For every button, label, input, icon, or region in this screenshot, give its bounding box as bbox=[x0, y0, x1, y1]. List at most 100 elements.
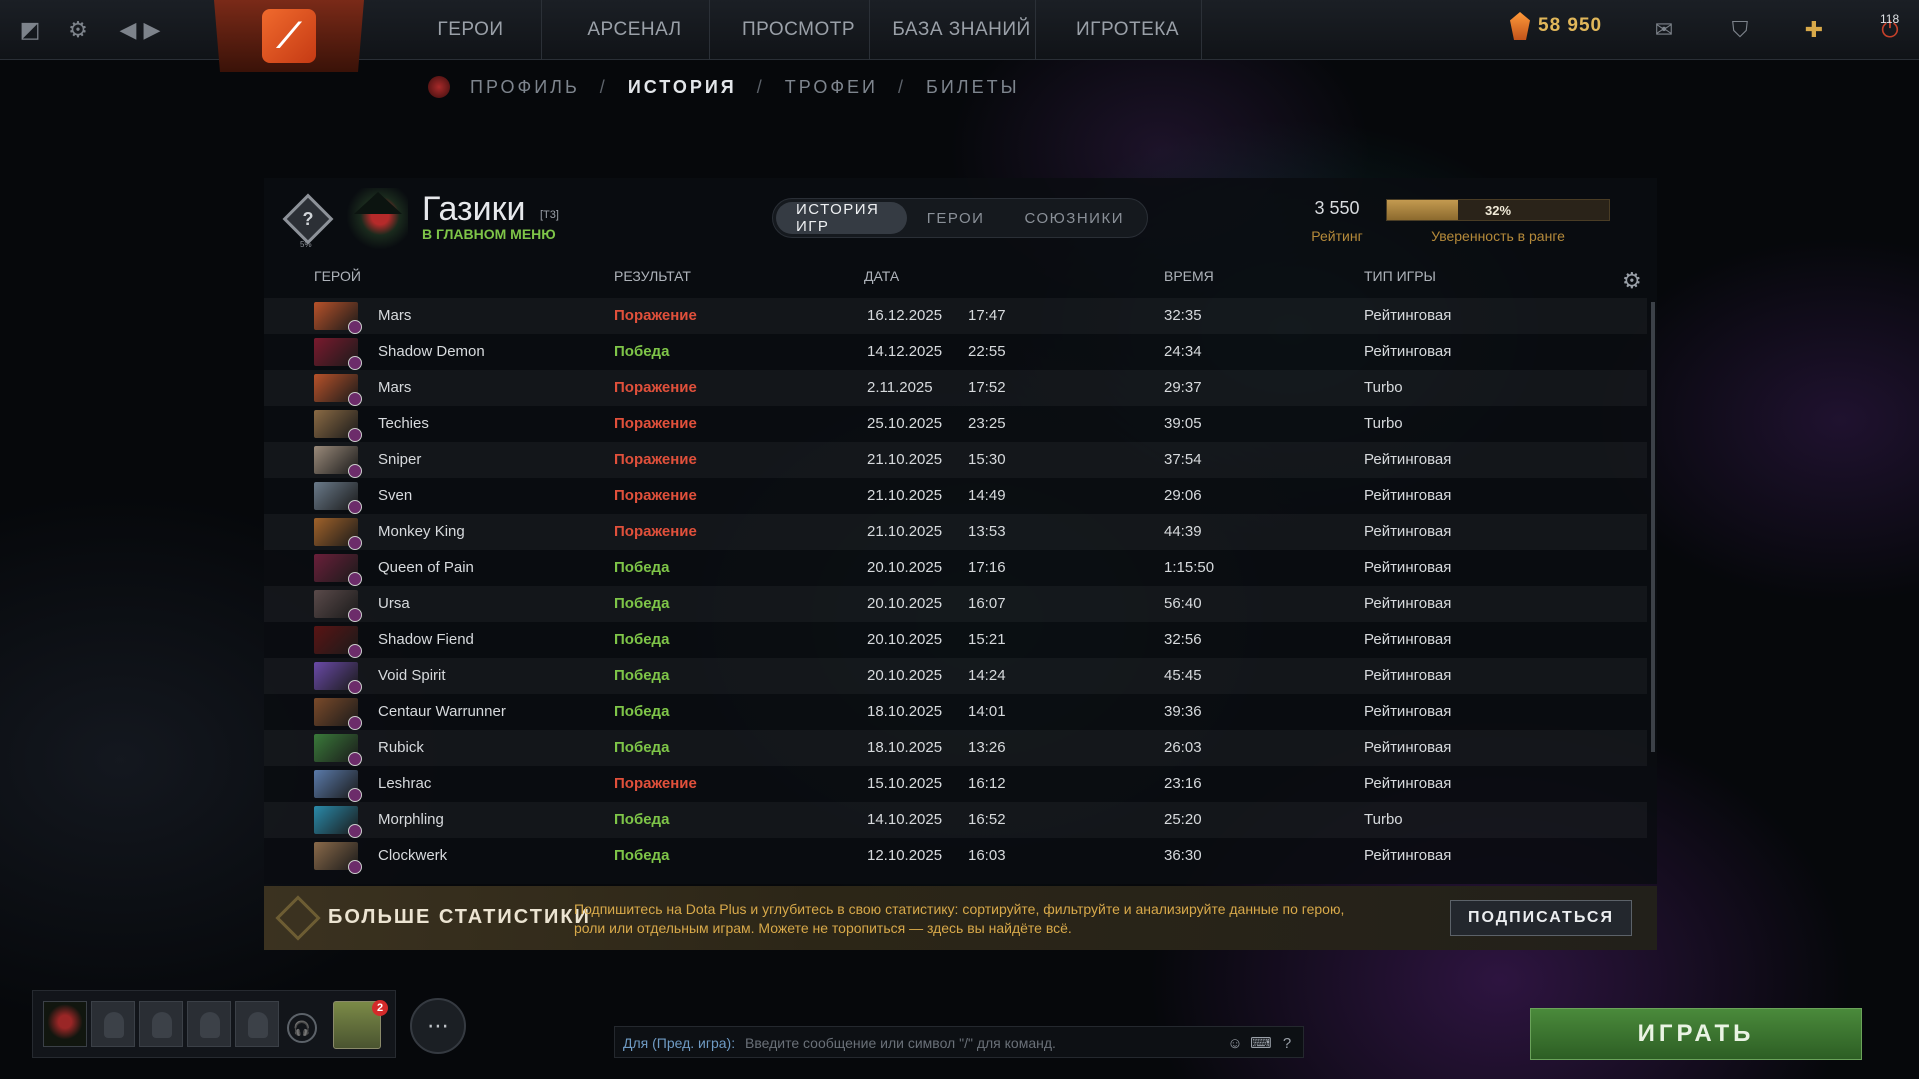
col-result[interactable]: РЕЗУЛЬТАТ bbox=[614, 268, 691, 284]
player-tag: [T3] bbox=[540, 209, 559, 221]
player-avatar[interactable] bbox=[346, 188, 408, 250]
play-dota-button[interactable]: ИГРАТЬ bbox=[1530, 1008, 1862, 1060]
dashboard-home-button[interactable]: ⟋ bbox=[214, 0, 364, 72]
match-clock: 16:07 bbox=[968, 595, 1006, 612]
match-date: 18.10.2025 bbox=[867, 739, 943, 756]
rank-medal-icon[interactable]: ? bbox=[282, 193, 334, 245]
hero-portrait bbox=[314, 698, 362, 730]
tab-heroes[interactable]: ГЕРОИ bbox=[907, 202, 1005, 234]
hero-portrait bbox=[314, 374, 362, 406]
hero-name: Sniper bbox=[378, 451, 422, 468]
emoji-icon[interactable]: ☺ bbox=[1223, 1031, 1247, 1055]
table-row[interactable]: Ursa Победа 20.10.2025 16:07 56:40 Рейтингова… bbox=[264, 586, 1647, 622]
mail-icon[interactable]: ✉ bbox=[1646, 12, 1682, 48]
table-row[interactable]: Sven Поражение 21.10.2025 14:49 29:06 Рейтинг… bbox=[264, 478, 1647, 514]
table-settings-gear-icon[interactable]: ⚙ bbox=[1622, 268, 1642, 294]
table-row[interactable]: Mars Поражение 2.11.2025 17:52 29:37 Turbo bbox=[264, 370, 1647, 406]
help-icon[interactable]: ? bbox=[1275, 1031, 1299, 1055]
party-slot-empty[interactable] bbox=[187, 1001, 231, 1047]
chat-target[interactable]: Для (Пред. игра): bbox=[623, 1035, 735, 1051]
hero-name: Void Spirit bbox=[378, 667, 446, 684]
match-date: 25.10.2025 bbox=[867, 415, 943, 432]
breadcrumb-tickets[interactable]: БИЛЕТЫ bbox=[926, 77, 1020, 98]
match-date: 15.10.2025 bbox=[867, 775, 943, 792]
nav-heroes[interactable]: ГЕРОИ bbox=[400, 0, 542, 60]
table-row[interactable]: Sniper Поражение 21.10.2025 15:30 37:54 Рейти… bbox=[264, 442, 1647, 478]
match-date: 20.10.2025 bbox=[867, 595, 943, 612]
settings-gear-icon[interactable]: ⚙ bbox=[62, 14, 94, 46]
table-row[interactable]: Void Spirit Победа 20.10.2025 14:24 45:45 Рей… bbox=[264, 658, 1647, 694]
match-duration: 32:35 bbox=[1164, 307, 1202, 324]
chat-input[interactable] bbox=[745, 1031, 1215, 1055]
table-row[interactable]: Monkey King Поражение 21.10.2025 13:53 44:39… bbox=[264, 514, 1647, 550]
table-row[interactable]: Queen of Pain Победа 20.10.2025 17:16 1:15:5… bbox=[264, 550, 1647, 586]
game-type: Рейтинговая bbox=[1364, 343, 1452, 360]
dota-menu-icon[interactable]: ◩ bbox=[14, 14, 46, 46]
breadcrumb-history[interactable]: ИСТОРИЯ bbox=[628, 77, 737, 98]
match-date: 2.11.2025 bbox=[867, 379, 933, 396]
subscribe-button[interactable]: ПОДПИСАТЬСЯ bbox=[1450, 900, 1632, 936]
hero-portrait bbox=[314, 770, 362, 802]
table-row[interactable]: Morphling Победа 14.10.2025 16:52 25:20 Turbo bbox=[264, 802, 1647, 838]
party-slot-empty[interactable] bbox=[139, 1001, 183, 1047]
role-icon bbox=[348, 788, 362, 802]
match-duration: 29:06 bbox=[1164, 487, 1202, 504]
match-clock: 15:30 bbox=[968, 451, 1006, 468]
social-grid-icon[interactable]: ⋯ bbox=[410, 998, 466, 1054]
chest-count-badge: 2 bbox=[372, 1000, 388, 1016]
col-game-type[interactable]: ТИП ИГРЫ bbox=[1364, 268, 1436, 284]
hero-portrait bbox=[314, 842, 362, 874]
match-clock: 16:12 bbox=[968, 775, 1006, 792]
hero-portrait bbox=[314, 734, 362, 766]
party-slot-self[interactable] bbox=[43, 1001, 87, 1047]
breadcrumb-profile[interactable]: ПРОФИЛЬ bbox=[470, 77, 580, 98]
match-clock: 17:16 bbox=[968, 559, 1006, 576]
game-type: Рейтинговая bbox=[1364, 775, 1452, 792]
rating-value: 3 550 bbox=[1314, 198, 1360, 218]
player-status: В ГЛАВНОМ МЕНЮ bbox=[422, 226, 556, 242]
match-list-scrollbar[interactable] bbox=[1651, 302, 1655, 752]
hero-name: Ursa bbox=[378, 595, 410, 612]
match-duration: 44:39 bbox=[1164, 523, 1202, 540]
table-row[interactable]: Rubick Победа 18.10.2025 13:26 26:03 Рейтинго… bbox=[264, 730, 1647, 766]
rating-label: Рейтинг bbox=[1311, 228, 1363, 244]
shard-icon bbox=[1510, 12, 1530, 40]
battle-pass-icon[interactable]: ⛉ bbox=[1722, 12, 1758, 48]
nav-armory[interactable]: АРСЕНАЛ bbox=[560, 0, 710, 60]
shards-currency[interactable]: 58 950 bbox=[1510, 12, 1602, 40]
chat-bar: Для (Пред. игра): ☺ ⌨ ? bbox=[614, 1026, 1304, 1058]
match-result: Победа bbox=[614, 667, 670, 684]
nav-learn[interactable]: БАЗА ЗНАНИЙ bbox=[888, 0, 1036, 60]
forward-arrow-icon[interactable]: ▶ bbox=[136, 14, 168, 46]
nav-watch[interactable]: ПРОСМОТР bbox=[728, 0, 870, 60]
table-row[interactable]: Clockwerk Победа 12.10.2025 16:03 36:30 Рейти… bbox=[264, 838, 1647, 874]
role-icon bbox=[348, 320, 362, 334]
match-result: Победа bbox=[614, 595, 670, 612]
tab-allies[interactable]: СОЮЗНИКИ bbox=[1004, 202, 1144, 234]
voice-chat-icon[interactable]: 🎧 bbox=[287, 1013, 317, 1043]
dota-plus-icon[interactable]: ✚ bbox=[1796, 12, 1832, 48]
nav-arcade[interactable]: ИГРОТЕКА bbox=[1054, 0, 1202, 60]
breadcrumb-trophies[interactable]: ТРОФЕИ bbox=[785, 77, 878, 98]
hero-portrait bbox=[314, 554, 362, 586]
role-icon bbox=[348, 608, 362, 622]
match-duration: 29:37 bbox=[1164, 379, 1202, 396]
table-row[interactable]: Shadow Fiend Победа 20.10.2025 15:21 32:56 Ре… bbox=[264, 622, 1647, 658]
party-slot-empty[interactable] bbox=[91, 1001, 135, 1047]
table-row[interactable]: Shadow Demon Победа 14.12.2025 22:55 24:34 Ре… bbox=[264, 334, 1647, 370]
hero-name: Rubick bbox=[378, 739, 424, 756]
table-row[interactable]: Techies Поражение 25.10.2025 23:25 39:05 Turb… bbox=[264, 406, 1647, 442]
shards-amount: 58 950 bbox=[1538, 15, 1603, 36]
table-row[interactable]: Centaur Warrunner Победа 18.10.2025 14:01 39… bbox=[264, 694, 1647, 730]
col-time[interactable]: ВРЕМЯ bbox=[1164, 268, 1214, 284]
table-row[interactable]: Leshrac Поражение 15.10.2025 16:12 23:16 Рейт… bbox=[264, 766, 1647, 802]
col-date[interactable]: ДАТА bbox=[864, 268, 899, 284]
level-counter: 118 bbox=[1880, 12, 1900, 26]
role-icon bbox=[348, 860, 362, 874]
tab-match-history[interactable]: ИСТОРИЯ ИГР bbox=[776, 201, 907, 235]
party-slot-empty[interactable] bbox=[235, 1001, 279, 1047]
col-hero[interactable]: ГЕРОЙ bbox=[314, 268, 361, 284]
table-row[interactable]: Mars Поражение 16.12.2025 17:47 32:35 Рейтинг… bbox=[264, 298, 1647, 334]
chat-wheel-icon[interactable]: ⌨ bbox=[1249, 1031, 1273, 1055]
game-type: Рейтинговая bbox=[1364, 559, 1452, 576]
